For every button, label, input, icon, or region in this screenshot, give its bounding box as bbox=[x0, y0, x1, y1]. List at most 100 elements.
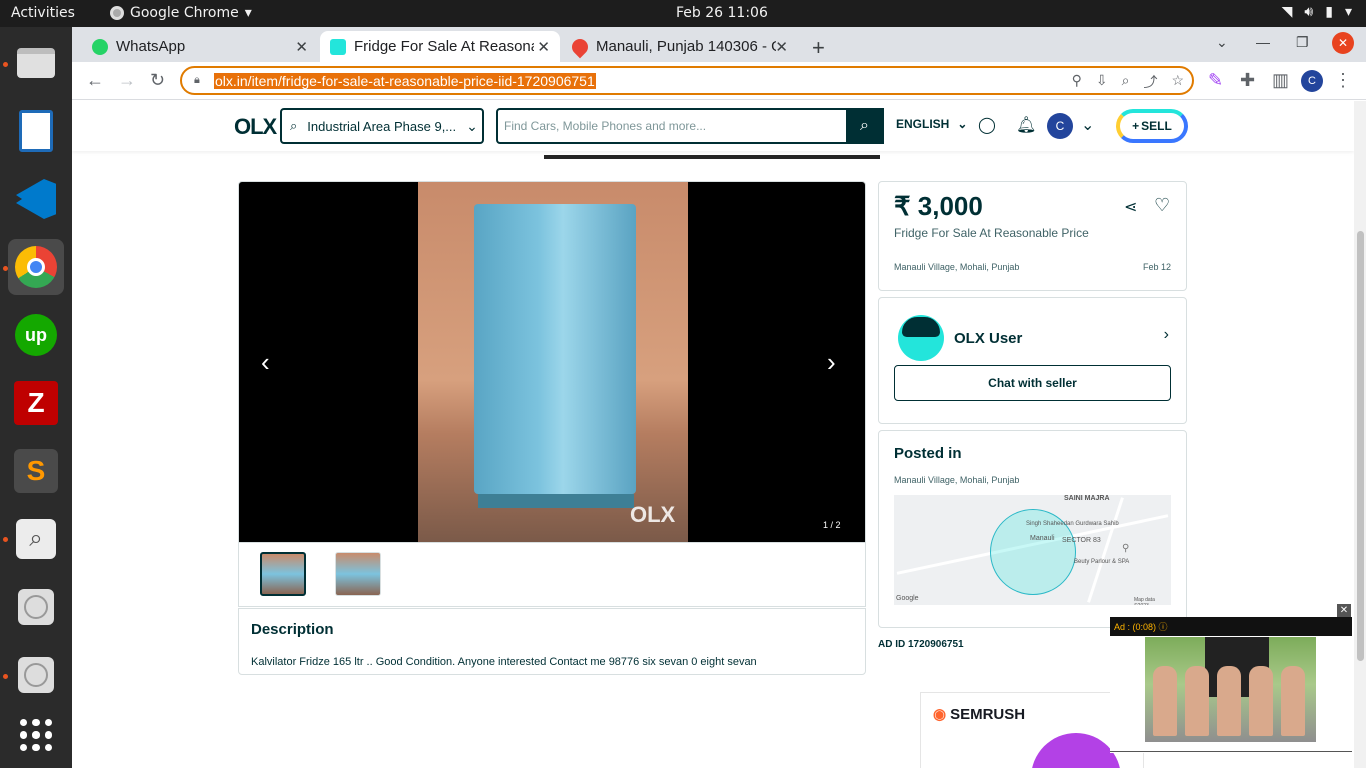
close-icon[interactable]: ✕ bbox=[295, 38, 308, 56]
minimize-icon[interactable]: — bbox=[1256, 34, 1270, 50]
new-tab-button[interactable]: + bbox=[812, 35, 825, 61]
description-section: Description Kalvilator Fridze 165 ltr ..… bbox=[238, 608, 866, 675]
more-menu-icon[interactable]: ⋮ bbox=[1334, 70, 1352, 91]
ad-id: AD ID 1720906751 bbox=[878, 639, 964, 650]
tab-search-icon[interactable]: ⌄ bbox=[1216, 34, 1228, 51]
close-icon[interactable]: ✕ bbox=[775, 38, 788, 56]
ad-person bbox=[1217, 666, 1241, 736]
disc-icon-2[interactable] bbox=[8, 647, 64, 703]
tab-olx-fridge[interactable]: Fridge For Sale At Reasonable Price ✕ bbox=[320, 31, 560, 62]
chat-with-seller-button[interactable]: Chat with seller bbox=[894, 365, 1171, 401]
tab-title: Fridge For Sale At Reasonable Price bbox=[354, 38, 534, 55]
maximize-icon[interactable]: ❐ bbox=[1296, 34, 1309, 51]
app-menu[interactable]: Google Chrome ▾ bbox=[110, 5, 252, 21]
seller-name[interactable]: OLX User bbox=[954, 330, 1022, 347]
search-input[interactable]: Find Cars, Mobile Phones and more... bbox=[496, 108, 884, 144]
pen-extension-icon[interactable]: ✎ bbox=[1208, 70, 1223, 91]
close-window-icon[interactable]: ✕ bbox=[1332, 32, 1354, 54]
vertical-scrollbar[interactable] bbox=[1354, 101, 1366, 768]
previous-image-arrow-icon[interactable]: ‹ bbox=[261, 347, 270, 378]
sell-label: SELL bbox=[1141, 119, 1172, 133]
sublime-icon[interactable]: S bbox=[8, 443, 64, 499]
back-icon[interactable]: ← bbox=[86, 70, 104, 91]
tab-google-maps[interactable]: Manauli, Punjab 140306 - Google Maps ✕ bbox=[562, 31, 798, 62]
forward-icon[interactable]: → bbox=[118, 70, 136, 91]
reload-icon[interactable]: ↻ bbox=[150, 70, 165, 91]
caret-down-icon: ▾ bbox=[244, 5, 252, 21]
fridge-base bbox=[478, 494, 634, 508]
extensions-puzzle-icon[interactable]: ✚ bbox=[1240, 70, 1255, 91]
map-label-parlour: Beuty Parlour & SPA bbox=[1074, 559, 1130, 565]
thumbnail-1[interactable] bbox=[260, 552, 306, 596]
olx-logo[interactable]: OLX bbox=[234, 114, 277, 140]
files-icon[interactable] bbox=[8, 35, 64, 91]
next-image-arrow-icon[interactable]: › bbox=[827, 347, 836, 378]
filezilla-icon[interactable]: Z bbox=[8, 375, 64, 431]
search-magnifier-icon[interactable]: ⌕ bbox=[8, 511, 64, 567]
category-bar bbox=[544, 155, 880, 159]
description-heading: Description bbox=[251, 621, 334, 638]
olx-favicon-icon bbox=[330, 38, 346, 55]
thumbnail-2[interactable] bbox=[335, 552, 381, 596]
disc-icon[interactable] bbox=[8, 579, 64, 635]
maps-pin-icon bbox=[568, 35, 592, 58]
video-ad[interactable]: Ad : (0:08) ⓘ bbox=[1110, 617, 1352, 753]
address-bar[interactable]: 🔒︎ olx.in/item/fridge-for-sale-at-reason… bbox=[180, 66, 1194, 95]
search-button[interactable]: ⌕ bbox=[846, 108, 883, 144]
plus-icon: + bbox=[1132, 119, 1140, 133]
notification-bell-icon[interactable]: 🔔︎ bbox=[1016, 115, 1036, 135]
bookmark-star-icon[interactable]: ☆ bbox=[1171, 72, 1184, 92]
profile-avatar[interactable]: C bbox=[1301, 70, 1323, 92]
share-icon[interactable]: ⤴ bbox=[1143, 72, 1157, 92]
seller-avatar[interactable] bbox=[898, 315, 944, 361]
lock-icon[interactable]: 🔒︎ bbox=[194, 74, 200, 87]
share-icon[interactable]: ⋖ bbox=[1124, 197, 1137, 217]
language-select[interactable]: ENGLISH ⌄ bbox=[896, 117, 967, 131]
map-label-sector: SECTOR 83 bbox=[1062, 537, 1101, 544]
info-icon[interactable]: ⓘ bbox=[1159, 622, 1168, 632]
close-ad-icon[interactable]: ✕ bbox=[1337, 604, 1351, 618]
ad-person bbox=[1249, 666, 1273, 736]
chrome-icon[interactable] bbox=[8, 239, 64, 295]
map-label-gurudwara: Singh Shaheedan Gurdwara Sahib bbox=[1026, 521, 1119, 527]
price: ₹ 3,000 bbox=[894, 191, 983, 221]
location-pin-icon[interactable]: ⚲ bbox=[1072, 72, 1082, 92]
semrush-logo: ◉ SEMRUSH bbox=[933, 705, 1025, 724]
chevron-right-icon[interactable]: › bbox=[1164, 326, 1169, 344]
sell-button[interactable]: + SELL bbox=[1116, 109, 1188, 143]
user-avatar[interactable]: C bbox=[1047, 113, 1073, 139]
location-select[interactable]: ⌕ Industrial Area Phase 9,... ⌄ bbox=[280, 108, 484, 144]
listing-location: Manauli Village, Mohali, Punjab bbox=[894, 262, 1020, 272]
side-panel-icon[interactable]: ▥ bbox=[1272, 70, 1289, 91]
scrollbar-thumb[interactable] bbox=[1357, 231, 1364, 661]
video-ad-image[interactable] bbox=[1145, 637, 1316, 742]
vscode-icon[interactable] bbox=[8, 171, 64, 227]
zoom-icon[interactable]: ⌕ bbox=[1122, 72, 1130, 92]
chat-bubble-icon[interactable]: ◯ bbox=[978, 115, 996, 135]
video-ad-bar: Ad : (0:08) ⓘ bbox=[1110, 617, 1352, 636]
volume-icon: 🔊︎ bbox=[1304, 4, 1314, 20]
tab-strip: WhatsApp ✕ Fridge For Sale At Reasonable… bbox=[72, 27, 1366, 62]
chevron-down-icon: ⌄ bbox=[466, 117, 478, 134]
location-map[interactable]: SAINI MAJRA Singh Shaheedan Gurdwara Sah… bbox=[894, 495, 1171, 605]
listing-title: Fridge For Sale At Reasonable Price bbox=[894, 226, 1089, 240]
upwork-icon[interactable]: up bbox=[8, 307, 64, 363]
fridge-photo[interactable]: OLX bbox=[418, 182, 688, 542]
chrome-small-icon bbox=[110, 6, 124, 20]
tab-whatsapp[interactable]: WhatsApp ✕ bbox=[82, 31, 318, 62]
clock[interactable]: Feb 26 11:06 bbox=[676, 5, 768, 21]
search-icon: ⌕ bbox=[290, 118, 298, 133]
activities-button[interactable]: Activities bbox=[11, 5, 75, 21]
apps-grid-icon[interactable] bbox=[8, 707, 64, 763]
listing-date: Feb 12 bbox=[1142, 262, 1171, 272]
url-text[interactable]: olx.in/item/fridge-for-sale-at-reasonabl… bbox=[214, 73, 596, 89]
system-tray[interactable]: ◥ 🔊︎ ▮ ▾ bbox=[1282, 4, 1352, 20]
chevron-down-icon[interactable]: ⌄ bbox=[1081, 115, 1094, 135]
favorite-heart-icon[interactable]: ♡ bbox=[1154, 195, 1170, 216]
price-card: ₹ 3,000 ⋖ ♡ Fridge For Sale At Reasonabl… bbox=[878, 181, 1187, 291]
close-icon[interactable]: ✕ bbox=[537, 38, 550, 56]
install-icon[interactable]: ⇩ bbox=[1096, 72, 1108, 92]
seller-card: OLX User › Chat with seller bbox=[878, 297, 1187, 424]
writer-icon[interactable] bbox=[8, 103, 64, 159]
search-icon: ⌕ bbox=[860, 117, 869, 134]
